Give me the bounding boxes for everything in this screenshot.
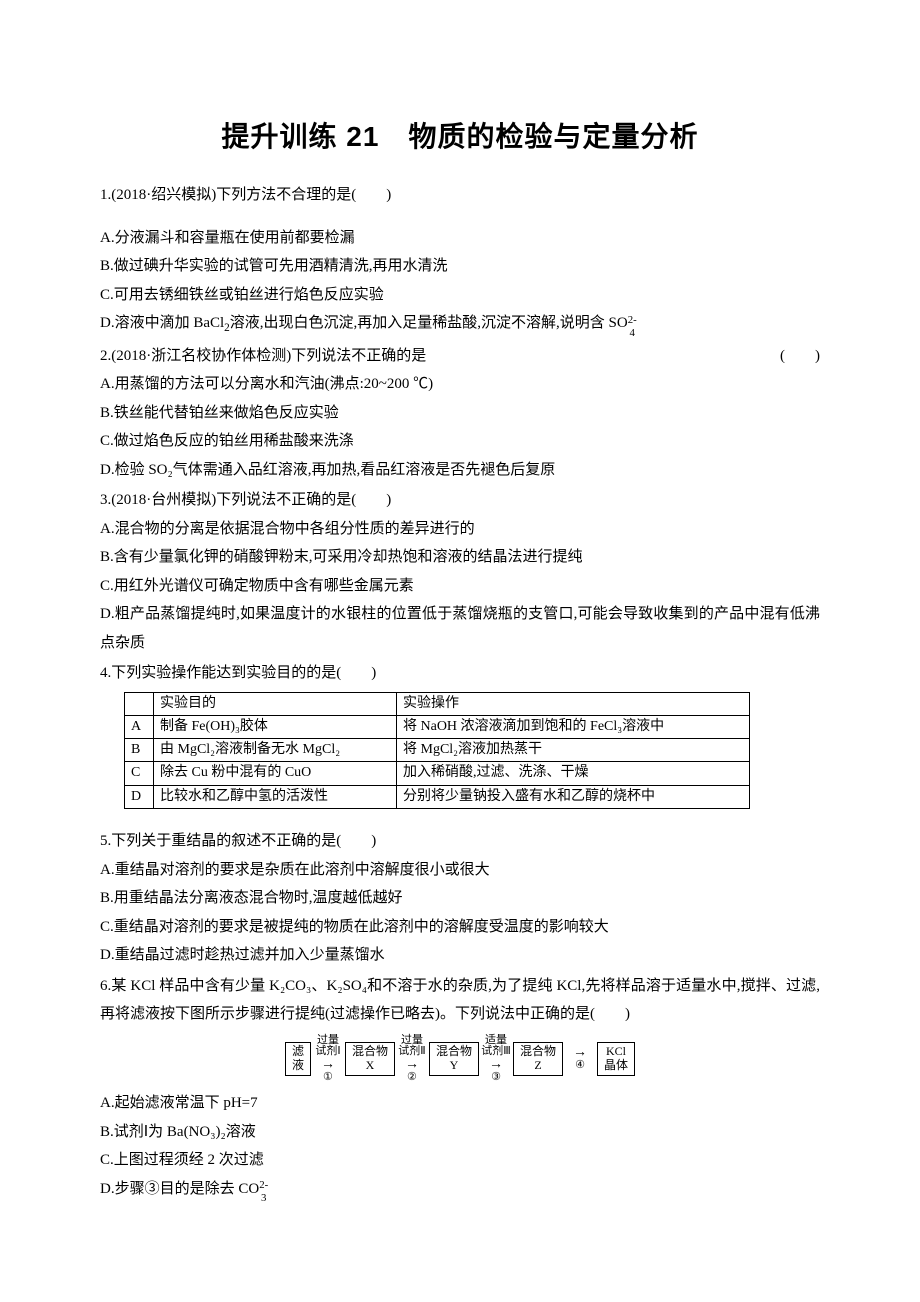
q5-stem: 5.下列关于重结晶的叙述不正确的是( ) — [100, 827, 820, 856]
q6-d-pre: D.步骤③目的是除去 C — [100, 1181, 248, 1197]
flow-box-kcl: KCl 晶体 — [597, 1042, 635, 1076]
q1-d-mid: 溶液,出现白色沉淀,再加入足量稀盐酸,沉淀不溶解,说明含 S — [230, 315, 617, 331]
q6-flow-diagram: 滤 液 过量 试剂Ⅰ → ① 混合物 X 过量 试剂Ⅱ → ② 混合物 Y 适量… — [100, 1035, 820, 1084]
flow-box-z: 混合物 Z — [513, 1042, 563, 1076]
q2-option-b: B.铁丝能代替铂丝来做焰色反应实验 — [100, 399, 820, 428]
q2-stem-left: 2.(2018·浙江名校协作体检测)下列说法不正确的是 — [100, 348, 426, 364]
q4-head-1: 实验目的 — [154, 692, 397, 715]
q6-option-c: C.上图过程须经 2 次过滤 — [100, 1146, 820, 1175]
q5-option-a: A.重结晶对溶剂的要求是杂质在此溶剂中溶解度很小或很大 — [100, 856, 820, 885]
flow-box-filtrate: 滤 液 — [285, 1042, 311, 1076]
q2-stem: 2.(2018·浙江名校协作体检测)下列说法不正确的是 ( ) — [100, 342, 820, 371]
q2-option-c: C.做过焰色反应的铂丝用稀盐酸来洗涤 — [100, 427, 820, 456]
arrow-icon: → ④ — [565, 1046, 595, 1072]
q6-option-d: D.步骤③目的是除去 CO2-3 — [100, 1175, 820, 1204]
q4-stem: 4.下列实验操作能达到实验目的的是( ) — [100, 659, 820, 688]
flow-box-y: 混合物 Y — [429, 1042, 479, 1076]
q1-option-c: C.可用去锈细铁丝或铂丝进行焰色反应实验 — [100, 281, 820, 310]
q2-option-a: A.用蒸馏的方法可以分离水和汽油(沸点:20~200 ℃) — [100, 370, 820, 399]
q1-option-a: A.分液漏斗和容量瓶在使用前都要检漏 — [100, 224, 820, 253]
q1-option-b: B.做过碘升华实验的试管可先用酒精清洗,再用水清洗 — [100, 252, 820, 281]
q3-option-d: D.粗产品蒸馏提纯时,如果温度计的水银柱的位置低于蒸馏烧瓶的支管口,可能会导致收… — [100, 600, 820, 657]
q3-option-b: B.含有少量氯化钾的硝酸钾粉末,可采用冷却热饱和溶液的结晶法进行提纯 — [100, 543, 820, 572]
q1-stem: 1.(2018·绍兴模拟)下列方法不合理的是( ) — [100, 181, 820, 210]
page-title: 提升训练 21 物质的检验与定量分析 — [100, 110, 820, 163]
table-header-row: 实验目的 实验操作 — [125, 692, 750, 715]
q5-option-d: D.重结晶过滤时趁热过滤并加入少量蒸馏水 — [100, 941, 820, 970]
q1-option-d: D.溶液中滴加 BaCl2溶液,出现白色沉淀,再加入足量稀盐酸,沉淀不溶解,说明… — [100, 309, 820, 339]
flow-box-x: 混合物 X — [345, 1042, 395, 1076]
arrow-icon: 过量 试剂Ⅱ → ② — [397, 1035, 427, 1084]
table-row: C 除去 Cu 粉中混有的 CuO 加入稀硝酸,过滤、洗涤、干燥 — [125, 762, 750, 785]
q5-option-c: C.重结晶对溶剂的要求是被提纯的物质在此溶剂中的溶解度受温度的影响较大 — [100, 913, 820, 942]
table-row: A 制备 Fe(OH)₃胶体 将 NaOH 浓溶液滴加到饱和的 FeCl₃溶液中 — [125, 715, 750, 738]
q2-stem-paren: ( ) — [780, 342, 820, 371]
q6-option-a: A.起始滤液常温下 pH=7 — [100, 1089, 820, 1118]
q3-option-c: C.用红外光谱仪可确定物质中含有哪些金属元素 — [100, 572, 820, 601]
q1-d-pre: D.溶液中滴加 BaCl — [100, 315, 224, 331]
q4-head-2: 实验操作 — [397, 692, 750, 715]
arrow-icon: 过量 试剂Ⅰ → ① — [313, 1035, 343, 1084]
q2-option-d: D.检验 SO₂气体需通入品红溶液,再加热,看品红溶液是否先褪色后复原 — [100, 456, 820, 485]
q5-option-b: B.用重结晶法分离液态混合物时,温度越低越好 — [100, 884, 820, 913]
table-row: B 由 MgCl₂溶液制备无水 MgCl₂ 将 MgCl₂溶液加热蒸干 — [125, 739, 750, 762]
q3-option-a: A.混合物的分离是依据混合物中各组分性质的差异进行的 — [100, 515, 820, 544]
q4-table: 实验目的 实验操作 A 制备 Fe(OH)₃胶体 将 NaOH 浓溶液滴加到饱和… — [124, 692, 750, 809]
table-row: D 比较水和乙醇中氢的活泼性 分别将少量钠投入盛有水和乙醇的烧杯中 — [125, 785, 750, 808]
q6-option-b: B.试剂Ⅰ为 Ba(NO₃)₂溶液 — [100, 1118, 820, 1147]
q6-stem: 6.某 KCl 样品中含有少量 K₂CO₃、K₂SO₄和不溶于水的杂质,为了提纯… — [100, 972, 820, 1029]
q3-stem: 3.(2018·台州模拟)下列说法不正确的是( ) — [100, 486, 820, 515]
arrow-icon: 适量 试剂Ⅲ → ③ — [481, 1035, 511, 1084]
